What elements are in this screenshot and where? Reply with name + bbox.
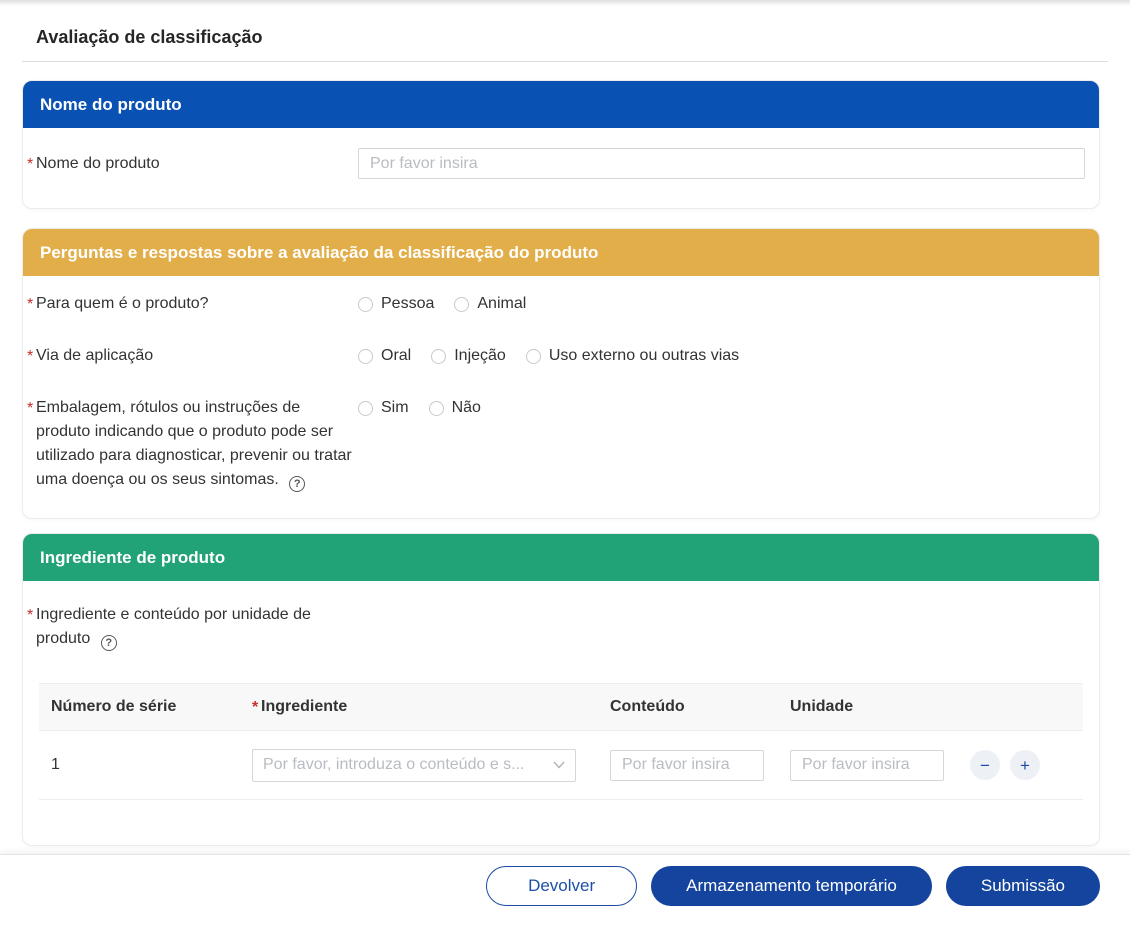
question-route-options: Oral Injeção Uso externo ou outras vias bbox=[358, 344, 759, 368]
ingredient-label: Ingrediente e conteúdo por unidade de pr… bbox=[27, 603, 358, 651]
content-input[interactable] bbox=[610, 750, 764, 781]
question-row-route: Via de aplicação Oral Injeção Uso extern… bbox=[23, 344, 1099, 368]
radio-injecao-label: Injeção bbox=[454, 347, 506, 365]
question-target-label: Para quem é o produto? bbox=[27, 292, 358, 316]
minus-icon: − bbox=[980, 757, 990, 774]
radio-circle-icon bbox=[358, 401, 373, 416]
header-unit: Unidade bbox=[790, 698, 970, 716]
section-questions: Perguntas e respostas sobre a avaliação … bbox=[22, 228, 1100, 519]
header-ingredient: Ingrediente bbox=[252, 698, 347, 715]
header-content: Conteúdo bbox=[610, 698, 790, 716]
radio-circle-icon bbox=[431, 349, 446, 364]
product-name-row: Nome do produto bbox=[23, 128, 1099, 208]
add-row-button[interactable]: + bbox=[1010, 750, 1040, 780]
radio-circle-icon bbox=[358, 349, 373, 364]
radio-circle-icon bbox=[454, 297, 469, 312]
question-row-claims: Embalagem, rótulos ou instruções de prod… bbox=[23, 396, 1099, 492]
question-row-target: Para quem é o produto? Pessoa Animal bbox=[23, 292, 1099, 316]
help-icon[interactable]: ? bbox=[289, 476, 305, 492]
radio-uso-externo-label: Uso externo ou outras vias bbox=[549, 347, 739, 365]
question-claims-options: Sim Não bbox=[358, 396, 501, 420]
section-ingredient-header: Ingrediente de produto bbox=[23, 534, 1099, 581]
table-row: 1 Por favor, introduza o conteúdo e s...… bbox=[39, 731, 1083, 800]
ingredient-table-header: Número de série Ingrediente Conteúdo Uni… bbox=[39, 683, 1083, 731]
unit-input[interactable] bbox=[790, 750, 944, 781]
radio-animal[interactable]: Animal bbox=[454, 295, 526, 313]
radio-circle-icon bbox=[358, 297, 373, 312]
radio-sim[interactable]: Sim bbox=[358, 399, 409, 417]
radio-pessoa[interactable]: Pessoa bbox=[358, 295, 434, 313]
product-name-input[interactable] bbox=[358, 148, 1085, 179]
radio-sim-label: Sim bbox=[381, 399, 409, 417]
radio-circle-icon bbox=[526, 349, 541, 364]
radio-nao[interactable]: Não bbox=[429, 399, 481, 417]
help-icon[interactable]: ? bbox=[101, 635, 117, 651]
radio-circle-icon bbox=[429, 401, 444, 416]
radio-oral-label: Oral bbox=[381, 347, 411, 365]
section-product-name: Nome do produto Nome do produto bbox=[22, 80, 1100, 209]
question-claims-label: Embalagem, rótulos ou instruções de prod… bbox=[27, 396, 358, 492]
plus-icon: + bbox=[1020, 757, 1030, 774]
chevron-down-icon bbox=[553, 756, 565, 774]
radio-pessoa-label: Pessoa bbox=[381, 295, 434, 313]
section-product-name-header: Nome do produto bbox=[23, 81, 1099, 128]
radio-nao-label: Não bbox=[452, 399, 481, 417]
product-name-label: Nome do produto bbox=[27, 148, 358, 179]
radio-injecao[interactable]: Injeção bbox=[431, 347, 506, 365]
radio-animal-label: Animal bbox=[477, 295, 526, 313]
ingredient-label-text: Ingrediente e conteúdo por unidade de pr… bbox=[36, 606, 311, 647]
ingredient-label-row: Ingrediente e conteúdo por unidade de pr… bbox=[23, 581, 1099, 651]
title-divider bbox=[22, 61, 1108, 62]
submit-button[interactable]: Submissão bbox=[946, 866, 1100, 906]
header-serial: Número de série bbox=[39, 698, 252, 716]
ingredient-select[interactable]: Por favor, introduza o conteúdo e s... bbox=[252, 749, 576, 782]
top-strip bbox=[0, 0, 1130, 6]
page-title: Avaliação de classificação bbox=[36, 26, 1130, 48]
ingredient-table: Número de série Ingrediente Conteúdo Uni… bbox=[39, 683, 1083, 800]
return-button[interactable]: Devolver bbox=[486, 866, 637, 906]
temporary-storage-button[interactable]: Armazenamento temporário bbox=[651, 866, 932, 906]
section-questions-header: Perguntas e respostas sobre a avaliação … bbox=[23, 229, 1099, 276]
question-route-label: Via de aplicação bbox=[27, 344, 358, 368]
serial-number: 1 bbox=[39, 756, 252, 774]
question-target-options: Pessoa Animal bbox=[358, 292, 546, 316]
ingredient-select-placeholder: Por favor, introduza o conteúdo e s... bbox=[263, 756, 553, 774]
question-claims-text: Embalagem, rótulos ou instruções de prod… bbox=[36, 399, 352, 488]
radio-uso-externo[interactable]: Uso externo ou outras vias bbox=[526, 347, 739, 365]
radio-oral[interactable]: Oral bbox=[358, 347, 411, 365]
section-ingredient: Ingrediente de produto Ingrediente e con… bbox=[22, 533, 1100, 846]
remove-row-button[interactable]: − bbox=[970, 750, 1000, 780]
footer-action-bar: Devolver Armazenamento temporário Submis… bbox=[0, 854, 1130, 917]
